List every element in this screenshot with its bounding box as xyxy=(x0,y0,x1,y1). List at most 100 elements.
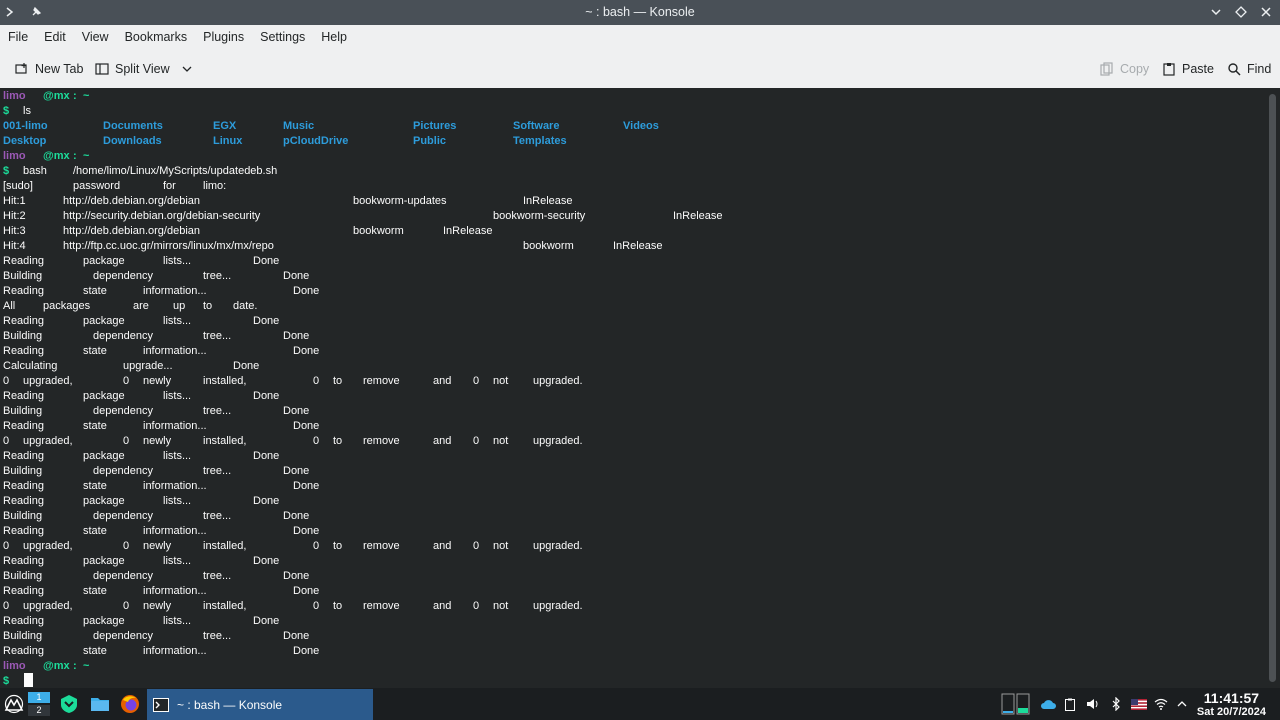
apt-status-line: state xyxy=(83,645,107,657)
app-launcher-icon[interactable] xyxy=(3,692,25,716)
mx-tools-icon[interactable] xyxy=(58,692,80,716)
apt-status-line: Reading xyxy=(3,390,44,402)
pcloud-icon[interactable] xyxy=(1040,692,1056,716)
copy-button[interactable]: Copy xyxy=(1100,59,1149,79)
apt-summary-line: 0 xyxy=(123,435,130,447)
apt-status-line: Done xyxy=(253,495,280,507)
apt-summary-line: installed, xyxy=(203,375,247,387)
maximize-icon[interactable] xyxy=(1233,4,1249,20)
bluetooth-icon[interactable] xyxy=(1110,692,1122,716)
terminal-icon xyxy=(153,697,169,712)
volume-icon[interactable] xyxy=(1086,692,1100,716)
apt-status-line: information... xyxy=(143,420,207,432)
prompt-user: limo xyxy=(3,150,26,162)
ls-entry: Software xyxy=(513,120,560,132)
apt-status-line: lists... xyxy=(163,495,192,507)
close-icon[interactable] xyxy=(1258,4,1274,20)
split-view-label: Split View xyxy=(115,62,170,76)
apt-summary-line: 0 xyxy=(3,435,10,447)
apt-status-line: Done xyxy=(283,630,310,642)
apt-summary-line: 0 xyxy=(473,540,480,552)
apt-summary-line: newly xyxy=(143,600,172,612)
chevron-down-icon[interactable] xyxy=(180,62,194,76)
new-tab-button[interactable]: New Tab xyxy=(15,59,83,79)
ls-entry: Music xyxy=(283,120,315,132)
apt-hit-line: bookworm xyxy=(353,225,404,237)
apt-status-line: state xyxy=(83,480,107,492)
apt-summary-line: 0 xyxy=(123,375,130,387)
apt-status-line: tree... xyxy=(203,270,232,282)
apt-status-line: Building xyxy=(3,510,43,522)
apt-status-line: dependency xyxy=(93,630,153,642)
apt-status-line: Done xyxy=(253,315,280,327)
apt-status-line: state xyxy=(83,345,107,357)
ls-entry: Documents xyxy=(103,120,163,132)
system-monitor-icon[interactable] xyxy=(1000,692,1032,716)
apt-status-line: are xyxy=(133,300,149,312)
menu-edit[interactable]: Edit xyxy=(36,25,74,50)
apt-summary-line: 0 xyxy=(3,540,10,552)
apt-summary-line: 0 xyxy=(3,375,10,387)
apt-status-line: Reading xyxy=(3,450,44,462)
ls-entry: Linux xyxy=(213,135,243,147)
apt-summary-line: upgraded, xyxy=(23,540,73,552)
apt-status-line: Reading xyxy=(3,345,44,357)
clipboard-icon[interactable] xyxy=(1064,692,1076,716)
network-wifi-icon[interactable] xyxy=(1154,692,1168,716)
apt-status-line: Reading xyxy=(3,525,44,537)
apt-status-line: dependency xyxy=(93,465,153,477)
desktop-1[interactable]: 1 xyxy=(28,692,50,703)
minimize-icon[interactable] xyxy=(1208,4,1224,20)
menu-view[interactable]: View xyxy=(74,25,117,50)
ls-entry: Downloads xyxy=(103,135,162,147)
apt-status-line: Building xyxy=(3,270,43,282)
split-view-button[interactable]: Split View xyxy=(95,59,194,79)
menu-settings[interactable]: Settings xyxy=(252,25,313,50)
apt-summary-line: not xyxy=(493,435,509,447)
copy-icon xyxy=(1100,62,1113,76)
apt-summary-line: 0 xyxy=(123,540,130,552)
ls-entry: pCloudDrive xyxy=(283,135,349,147)
apt-status-line: packages xyxy=(43,300,91,312)
tray-expand-chevron-up-icon[interactable] xyxy=(1176,692,1188,716)
apt-hit-line: Hit:1 xyxy=(3,195,26,207)
apt-status-line: Done xyxy=(253,450,280,462)
apt-status-line: Done xyxy=(293,345,320,357)
keyboard-layout-us-flag-icon[interactable] xyxy=(1131,692,1147,716)
desktop-2[interactable]: 2 xyxy=(28,705,50,716)
prompt-separator: : xyxy=(73,90,77,102)
terminal-scrollbar[interactable] xyxy=(1266,88,1280,688)
apt-summary-line: not xyxy=(493,375,509,387)
scrollbar-thumb[interactable] xyxy=(1269,94,1276,682)
apt-status-line: Done xyxy=(293,285,320,297)
ls-entry: Pictures xyxy=(413,120,457,132)
ls-entry: Templates xyxy=(513,135,567,147)
apt-summary-line: and xyxy=(433,540,452,552)
copy-label: Copy xyxy=(1120,62,1150,76)
terminal-output[interactable]: limo @mx: ~ $ ls 001-limo Documents EGX Music Pic… xyxy=(0,88,1266,688)
menu-help[interactable]: Help xyxy=(313,25,355,50)
paste-button[interactable]: Paste xyxy=(1162,59,1214,79)
apt-status-line: Calculating xyxy=(3,360,58,372)
digital-clock[interactable]: 11:41:57 Sat 20/7/2024 xyxy=(1197,690,1266,719)
menu-file[interactable]: File xyxy=(0,25,36,50)
prompt-host: @mx xyxy=(43,150,70,162)
apt-status-line: dependency xyxy=(93,510,153,522)
virtual-desktop-pager[interactable]: 1 2 xyxy=(28,692,50,716)
apt-status-line: Done xyxy=(253,555,280,567)
firefox-icon[interactable] xyxy=(119,692,141,716)
apt-summary-line: remove xyxy=(363,375,400,387)
taskbar-task-konsole[interactable]: ~ : bash — Konsole xyxy=(147,689,373,720)
apt-summary-line: and xyxy=(433,375,452,387)
file-manager-icon[interactable] xyxy=(89,692,111,716)
apt-status-line: Done xyxy=(293,480,320,492)
apt-status-line: to xyxy=(203,300,213,312)
apt-summary-line: not xyxy=(493,600,509,612)
apt-status-line: tree... xyxy=(203,510,232,522)
apt-summary-line: 0 xyxy=(313,375,320,387)
split-view-icon xyxy=(95,63,109,75)
menu-bookmarks[interactable]: Bookmarks xyxy=(117,25,196,50)
menu-plugins[interactable]: Plugins xyxy=(195,25,252,50)
apt-status-line: Reading xyxy=(3,495,44,507)
find-button[interactable]: Find xyxy=(1227,59,1271,79)
